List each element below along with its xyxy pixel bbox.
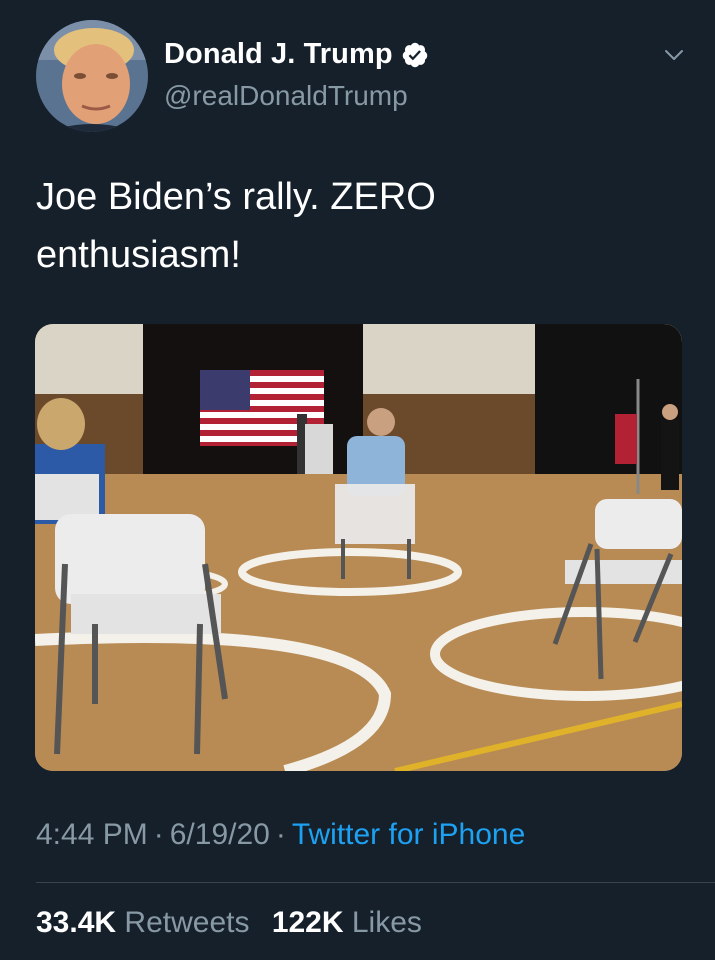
rally-photo-image	[35, 324, 682, 771]
tweet-meta: 4:44 PM · 6/19/20 · Twitter for iPhone	[36, 818, 525, 852]
tweet-source-link[interactable]: Twitter for iPhone	[292, 818, 525, 851]
tweet-photo[interactable]	[35, 324, 682, 771]
tweet-text-line2: enthusiasm!	[36, 234, 241, 276]
tweet-text: Joe Biden’s rally. ZERO enthusiasm!	[36, 168, 676, 284]
chevron-down-icon[interactable]	[664, 48, 684, 62]
tweet-text-line1: Joe Biden’s rally. ZERO	[36, 176, 436, 218]
retweets-label: Retweets	[124, 906, 250, 939]
divider	[36, 882, 715, 883]
likes-count: 122K	[271, 906, 344, 939]
retweets-stat[interactable]: 33.4K Retweets	[36, 906, 249, 939]
tweet-date[interactable]: 6/19/20	[170, 818, 270, 851]
tweet-time[interactable]: 4:44 PM	[36, 818, 148, 851]
separator: ·	[153, 818, 164, 851]
verified-badge-icon	[402, 42, 427, 67]
user-handle[interactable]: @realDonaldTrump	[164, 80, 408, 112]
likes-stat[interactable]: 122K Likes	[272, 906, 422, 939]
likes-label: Likes	[351, 906, 422, 939]
avatar-image	[36, 20, 148, 132]
name-row[interactable]: Donald J. Trump	[164, 38, 429, 71]
retweets-count: 33.4K	[36, 906, 117, 939]
avatar[interactable]	[36, 20, 148, 132]
separator: ·	[275, 818, 286, 851]
display-name[interactable]: Donald J. Trump	[164, 38, 393, 71]
tweet-stats: 33.4K Retweets 122K Likes	[36, 906, 436, 940]
tweet-card: Donald J. Trump @realDonaldTrump Joe Bid…	[0, 0, 715, 960]
